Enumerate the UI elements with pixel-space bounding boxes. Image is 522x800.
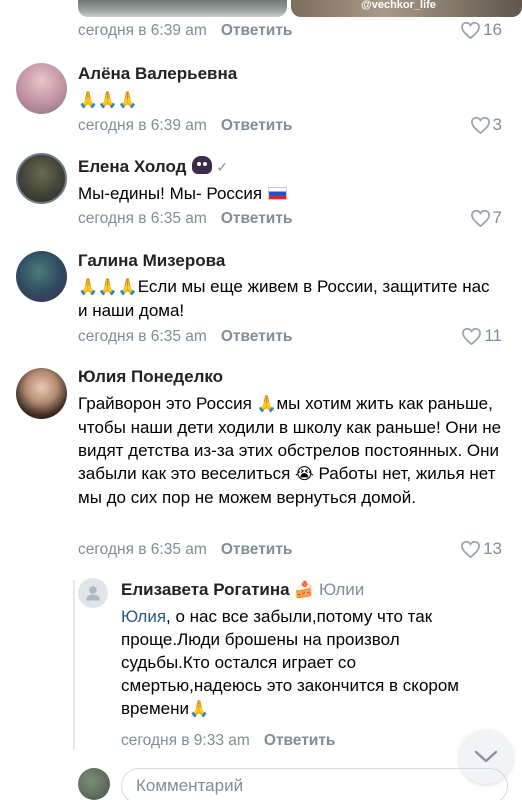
avatar[interactable] bbox=[16, 63, 67, 114]
heart-icon bbox=[470, 209, 490, 227]
praying-hands-icon: 🙏 bbox=[188, 701, 209, 718]
avatar[interactable] bbox=[16, 251, 67, 302]
reply-button[interactable]: Ответить bbox=[221, 22, 293, 39]
like-count: 16 bbox=[483, 20, 502, 39]
comment-author[interactable]: Юлия Понеделко bbox=[78, 367, 223, 387]
reply-button[interactable]: Ответить bbox=[221, 210, 293, 227]
heart-icon bbox=[461, 540, 481, 558]
mention-link[interactable]: Юлия bbox=[121, 607, 166, 626]
comment-time: сегодня в 6:35 am bbox=[78, 541, 207, 558]
heart-icon bbox=[462, 327, 482, 345]
avatar[interactable] bbox=[16, 368, 67, 419]
comment-time: сегодня в 6:35 am bbox=[78, 210, 207, 227]
comment-text: Юлия, о нас все забыли,потому что так пр… bbox=[121, 607, 459, 718]
comment-time: сегодня в 9:33 am bbox=[121, 732, 250, 749]
ghost-icon bbox=[192, 156, 213, 174]
avatar[interactable] bbox=[78, 578, 108, 608]
comment-author: Елена Холод ✓ bbox=[78, 156, 229, 176]
like-count: 7 bbox=[492, 208, 502, 227]
reply-button[interactable]: Ответить bbox=[221, 117, 293, 134]
like-button[interactable]: 7 bbox=[470, 208, 502, 228]
like-button[interactable]: 16 bbox=[460, 20, 502, 40]
comment-text: 🙏🙏🙏 bbox=[78, 92, 138, 109]
crying-face-icon: 😭 bbox=[295, 466, 314, 483]
praying-hands-icon: 🙏🙏🙏 bbox=[78, 279, 138, 296]
heart-icon bbox=[470, 116, 490, 134]
comment-time: сегодня в 6:35 am bbox=[78, 328, 207, 345]
attached-photo[interactable]: @vechkor_life bbox=[291, 0, 522, 17]
comment-author[interactable]: Галина Мизерова bbox=[78, 251, 225, 271]
thread-line bbox=[73, 580, 75, 750]
comment-text: Грайворон это Россия 🙏мы хотим жить как … bbox=[78, 394, 502, 507]
like-button[interactable]: 3 bbox=[470, 115, 502, 135]
photo-watermark: @vechkor_life bbox=[361, 0, 436, 11]
avatar[interactable] bbox=[16, 153, 67, 204]
like-count: 11 bbox=[484, 326, 502, 345]
comment-text: Если мы еще живем в России, защитите нас… bbox=[78, 277, 490, 320]
like-button[interactable]: 13 bbox=[460, 539, 502, 559]
comment-time: сегодня в 6:39 am bbox=[78, 117, 207, 134]
like-button[interactable]: 11 bbox=[461, 326, 502, 346]
like-count: 13 bbox=[483, 539, 502, 558]
default-avatar-icon bbox=[86, 586, 100, 601]
like-count: 3 bbox=[492, 115, 502, 134]
comment-input-bar: Комментарий bbox=[0, 764, 522, 800]
top-post-images[interactable]: @vechkor_life bbox=[78, 0, 522, 17]
russia-flag-icon bbox=[268, 187, 288, 200]
heart-icon bbox=[461, 21, 481, 39]
chevron-down-icon bbox=[474, 750, 498, 763]
attached-photo[interactable] bbox=[78, 0, 287, 17]
comment-time: сегодня в 6:39 am bbox=[78, 22, 207, 39]
reply-button[interactable]: Ответить bbox=[264, 732, 336, 749]
cake-icon: 🍰 bbox=[294, 582, 315, 599]
reply-to-label[interactable]: Юлии bbox=[319, 580, 364, 599]
user-avatar[interactable] bbox=[78, 768, 110, 800]
reply-button[interactable]: Ответить bbox=[221, 328, 293, 345]
comment-author[interactable]: Алёна Валерьевна bbox=[78, 64, 237, 84]
verified-icon: ✓ bbox=[216, 159, 229, 175]
comment-author: Елизавета Рогатина 🍰 Юлии bbox=[121, 580, 365, 599]
praying-hands-icon: 🙏 bbox=[256, 396, 277, 413]
reply-button[interactable]: Ответить bbox=[221, 541, 293, 558]
comment-text: Мы-едины! Мы- Россия bbox=[78, 184, 263, 203]
comment-input[interactable]: Комментарий bbox=[121, 768, 508, 800]
